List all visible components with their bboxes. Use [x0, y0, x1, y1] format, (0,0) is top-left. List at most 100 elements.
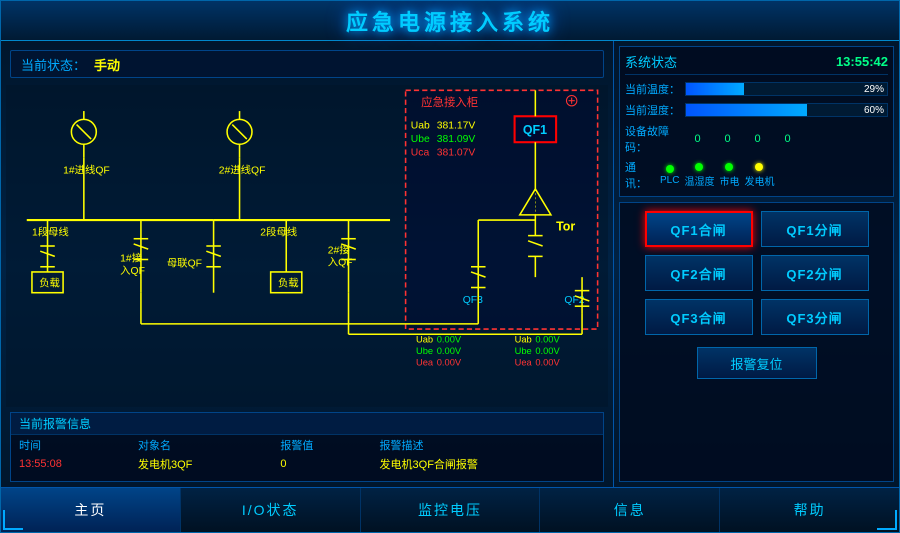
alarm-col-obj: 对象名	[130, 435, 272, 455]
status-value: 手动	[94, 55, 120, 74]
btn-row-qf3: QF3合闸 QF3分闸	[628, 299, 885, 335]
fault-code-1: 0	[715, 133, 740, 145]
btn-row-qf2: QF2合闸 QF2分闸	[628, 255, 885, 291]
comm-label: 通 讯：	[625, 159, 655, 191]
alarm-reset-button[interactable]: 报警复位	[697, 347, 817, 379]
temp-value: 29%	[864, 83, 884, 96]
temp-label: 当前温度：	[625, 81, 680, 97]
status-bar: 当前状态： 手动	[10, 50, 604, 78]
comm-name-gen: 发电机	[744, 173, 774, 188]
svg-text:0.00V: 0.00V	[437, 346, 462, 356]
comm-dot-grid	[725, 163, 733, 171]
circuit-diagram: 1#进线QF 1段母线 负载	[6, 82, 608, 410]
svg-text:负载: 负载	[278, 276, 299, 289]
svg-text:381.17V: 381.17V	[437, 121, 476, 132]
system-time: 13:55:42	[836, 54, 888, 69]
comm-plc: PLC	[660, 165, 679, 186]
temp-row: 当前温度： 29%	[625, 81, 888, 97]
nav-help[interactable]: 帮助	[720, 488, 899, 532]
comm-dot-temp	[695, 163, 703, 171]
svg-text:Uca: Uca	[411, 148, 430, 159]
btn-row-alarm: 报警复位	[628, 343, 885, 383]
svg-text:入QF: 入QF	[328, 257, 353, 269]
system-status-title: 系统状态	[625, 52, 677, 71]
qf1-open-button[interactable]: QF1分闸	[761, 211, 869, 247]
btn-row-qf1: QF1合闸 QF1分闸	[628, 211, 885, 247]
humidity-label: 当前湿度：	[625, 102, 680, 118]
svg-text:381.07V: 381.07V	[437, 148, 476, 159]
svg-text:Ube: Ube	[515, 346, 532, 356]
fault-row: 设备故障码： 0 0 0 0	[625, 123, 888, 155]
svg-text:1#接: 1#接	[120, 252, 142, 265]
fault-code-2: 0	[745, 133, 770, 145]
corner-decoration-br	[877, 510, 897, 530]
svg-text:Uab: Uab	[416, 335, 433, 345]
comm-name-temp: 温湿度	[684, 173, 714, 188]
svg-text:0.00V: 0.00V	[535, 357, 560, 367]
page-title: 应急电源接入系统	[346, 5, 554, 37]
svg-text:入QF: 入QF	[120, 265, 145, 277]
comm-dot-gen	[755, 163, 763, 171]
qf3-close-button[interactable]: QF3合闸	[645, 299, 753, 335]
temp-fill	[686, 83, 744, 95]
alarm-row: 13:55:08 发电机3QF 0 发电机3QF合闸报警	[11, 455, 603, 473]
system-status-header: 系统状态 13:55:42	[625, 52, 888, 75]
temp-progress: 29%	[685, 82, 888, 96]
nav-home-label: 主页	[74, 500, 106, 520]
system-status-panel: 系统状态 13:55:42 当前温度： 29% 当前湿度： 6	[619, 46, 894, 197]
comm-dot-plc	[666, 165, 674, 173]
svg-text:负载: 负载	[39, 276, 60, 289]
corner-decoration-bl	[3, 510, 23, 530]
nav-home[interactable]: 主页	[1, 488, 181, 532]
nav-io[interactable]: I/O状态	[181, 488, 361, 532]
svg-text:Ube: Ube	[416, 346, 433, 356]
comm-row: 通 讯： PLC 温湿度 市电 发电机	[625, 159, 888, 191]
svg-text:0.00V: 0.00V	[535, 346, 560, 356]
alarm-header-label: 当前报警信息	[19, 417, 91, 431]
left-panel: 当前状态： 手动 1#进线QF	[1, 41, 614, 487]
nav-info-label: 信息	[614, 500, 646, 520]
svg-text:母联QF: 母联QF	[167, 258, 202, 270]
qf2-close-button[interactable]: QF2合闸	[645, 255, 753, 291]
svg-text:0.00V: 0.00V	[437, 335, 462, 345]
svg-text:Tor: Tor	[556, 219, 575, 233]
fault-code-0: 0	[685, 133, 710, 145]
content-area: 当前状态： 手动 1#进线QF	[1, 41, 899, 487]
alarm-table: 时间 对象名 报警值 报警描述 13:55:08 发电机3QF 0 发电机3QF…	[11, 435, 603, 473]
nav-io-label: I/O状态	[242, 500, 299, 520]
svg-text:381.09V: 381.09V	[437, 134, 476, 145]
humidity-fill	[686, 104, 807, 116]
comm-temp: 温湿度	[684, 163, 714, 188]
humidity-row: 当前湿度： 60%	[625, 102, 888, 118]
header: 应急电源接入系统	[1, 1, 899, 41]
alarm-col-time: 时间	[11, 435, 130, 455]
nav-voltage[interactable]: 监控电压	[361, 488, 541, 532]
svg-text:0.00V: 0.00V	[535, 335, 560, 345]
fault-code-3: 0	[775, 133, 800, 145]
svg-text:应急接入柜: 应急接入柜	[421, 95, 478, 109]
svg-text:Uea: Uea	[515, 357, 533, 367]
nav-info[interactable]: 信息	[540, 488, 720, 532]
right-panel: 系统状态 13:55:42 当前温度： 29% 当前湿度： 6	[614, 41, 899, 487]
alarm-time: 13:55:08	[11, 455, 130, 473]
svg-text:0.00V: 0.00V	[437, 357, 462, 367]
diagram-area: 1#进线QF 1段母线 负载	[6, 82, 608, 410]
svg-text:QF3: QF3	[463, 295, 483, 306]
main-container: 应急电源接入系统 当前状态： 手动	[0, 0, 900, 533]
humidity-value: 60%	[864, 104, 884, 117]
svg-text:QF1: QF1	[523, 123, 547, 137]
qf3-open-button[interactable]: QF3分闸	[761, 299, 869, 335]
comm-name-plc: PLC	[660, 175, 679, 186]
svg-text:Uab: Uab	[515, 335, 532, 345]
svg-text:Uab: Uab	[411, 121, 430, 132]
qf2-open-button[interactable]: QF2分闸	[761, 255, 869, 291]
bottom-nav: 主页 I/O状态 监控电压 信息 帮助	[1, 487, 899, 532]
humidity-progress: 60%	[685, 103, 888, 117]
alarm-col-val: 报警值	[272, 435, 371, 455]
svg-text:1段母线: 1段母线	[32, 226, 69, 239]
svg-text:2#进线QF: 2#进线QF	[219, 163, 266, 176]
comm-name-grid: 市电	[719, 173, 739, 188]
qf1-close-button[interactable]: QF1合闸	[645, 211, 753, 247]
control-section: QF1合闸 QF1分闸 QF2合闸 QF2分闸 QF3合闸 QF3分闸 报警复位	[619, 202, 894, 482]
status-label: 当前状态：	[21, 55, 86, 74]
